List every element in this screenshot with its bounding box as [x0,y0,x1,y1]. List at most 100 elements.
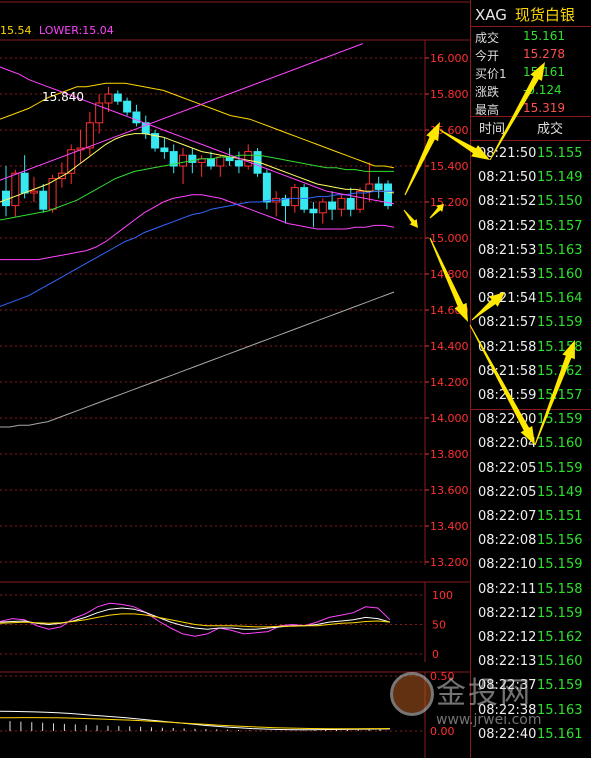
tick-price: 15.159 [537,315,583,331]
tick-row: 08:22:11 15.158 [471,582,591,604]
tick-time: 08:22:10 [478,557,537,573]
tick-row: 08:21:52 15.150 [471,194,591,216]
candle-body [179,154,188,167]
candle-body [85,122,94,149]
candle-body [160,147,169,153]
quote-value: -0.124 [523,83,562,97]
sidebar-divider [471,409,591,410]
symbol-code: XAG [475,6,507,24]
tick-time: 08:21:50 [478,146,537,161]
tick-time: 08:21:50 [478,170,537,186]
tick-row: 08:21:54 15.164 [471,291,591,313]
sidebar-divider [471,140,591,141]
symbol-header: XAG 现货白银 [475,4,575,26]
tick-price: 15.158 [537,581,583,597]
candle-body [20,172,29,194]
tick-time: 08:22:04 [478,436,537,452]
osc-line [0,602,391,637]
tick-price: 15.149 [537,170,583,186]
candle-body [29,190,38,194]
tick-price: 15.155 [537,146,583,161]
tick-price: 15.160 [537,436,583,452]
candle-body [234,160,243,167]
candle-body [318,201,327,214]
ind-line [0,717,391,730]
price-tick-label: 16.000 [430,52,469,65]
symbol-name: 现货白银 [514,6,575,24]
tick-time: 08:21:53 [478,267,537,282]
price-tick-label: 14.600 [430,304,469,317]
tick-row: 08:21:53 15.163 [471,243,591,265]
sidebar-divider [471,26,591,27]
price-tick-label: 14.800 [430,268,469,281]
candle-body [290,187,299,207]
tick-price: 15.150 [537,194,583,210]
peak-annotation: 15.840 [42,90,84,104]
osc-tick-label: 100 [432,589,453,602]
price-line-ma_gray [0,291,395,428]
candle-body [365,183,374,192]
candle-body [337,197,346,210]
watermark-logo-icon [390,672,434,716]
tick-row: 08:21:50 15.149 [471,170,591,192]
tick-time: 08:21:58 [478,339,537,355]
price-tick-label: 15.600 [430,124,469,137]
quote-label: 涨跌 [475,85,500,99]
tick-time: 08:21:59 [478,388,537,403]
legend-upper: 15.54 [0,24,32,37]
candle-body [328,201,337,210]
osc-tick-label: 50 [432,619,446,632]
tick-time: 08:22:05 [478,460,537,476]
tick-row: 08:21:50 15.155 [471,146,591,168]
price-tick-label: 15.800 [430,88,469,101]
tick-row: 08:22:04 15.160 [471,436,591,458]
tick-row: 08:22:12 15.162 [471,630,591,652]
tick-time: 08:22:12 [478,605,537,621]
tick-price: 15.159 [537,605,583,621]
candle-body [11,172,20,207]
quote-value: 15.278 [523,47,565,61]
watermark: 金投网 www.jrwei.com [380,664,550,736]
quote-row: 今开 15.278 [473,47,591,64]
tick-time: 08:22:00 [478,412,537,428]
price-tick-label: 14.200 [430,376,469,389]
quote-row: 成交 15.161 [473,29,591,46]
tick-row: 08:22:05 15.149 [471,485,591,507]
tick-price: 15.162 [537,630,583,645]
candle-body [309,208,318,214]
candle-body [244,151,253,167]
price-tick-label: 14.400 [430,340,469,353]
tick-row: 08:22:10 15.159 [471,557,591,579]
tick-row: 08:21:52 15.157 [471,219,591,241]
tick-price: 15.156 [537,533,583,549]
tick-time: 08:21:58 [478,363,537,379]
tick-price: 15.159 [537,557,583,573]
quote-label: 买价1 [475,67,507,81]
price-tick-label: 15.200 [430,196,469,209]
tick-row: 08:22:07 15.151 [471,509,591,531]
tick-price: 15.162 [537,363,583,379]
tick-row: 08:21:57 15.159 [471,315,591,337]
quote-sidebar: XAG 现货白银 成交 15.161 今开 15.278 买价1 15.161 涨跌 -0.12… [470,0,591,758]
quote-label: 今开 [475,49,500,63]
candle-body [356,190,365,210]
price-tick-label: 13.600 [430,484,469,497]
tick-time: 08:22:07 [478,509,537,524]
osc-line [0,607,391,630]
ticks-header: 时间 成交 [473,118,591,140]
candle-body [104,93,113,104]
candle-body [374,183,383,190]
tick-time: 08:21:52 [478,194,537,210]
tick-time: 08:21:57 [478,315,537,331]
legend: 15.54 LOWER:15.04 [0,24,114,37]
tick-price: 15.163 [537,242,583,258]
candle-body [216,156,225,167]
ind-line [0,710,391,731]
price-tick-label: 14.000 [430,412,469,425]
tick-price: 15.159 [537,460,583,476]
tick-row: 08:21:53 15.160 [471,267,591,289]
watermark-url: www.jrwei.com [436,712,542,728]
chart-svg: 16.000 15.800 15.600 15.400 15.200 15.000 14.8… [0,1,470,758]
quote-row: 买价1 15.161 [473,65,591,82]
tick-price: 15.158 [537,339,583,355]
